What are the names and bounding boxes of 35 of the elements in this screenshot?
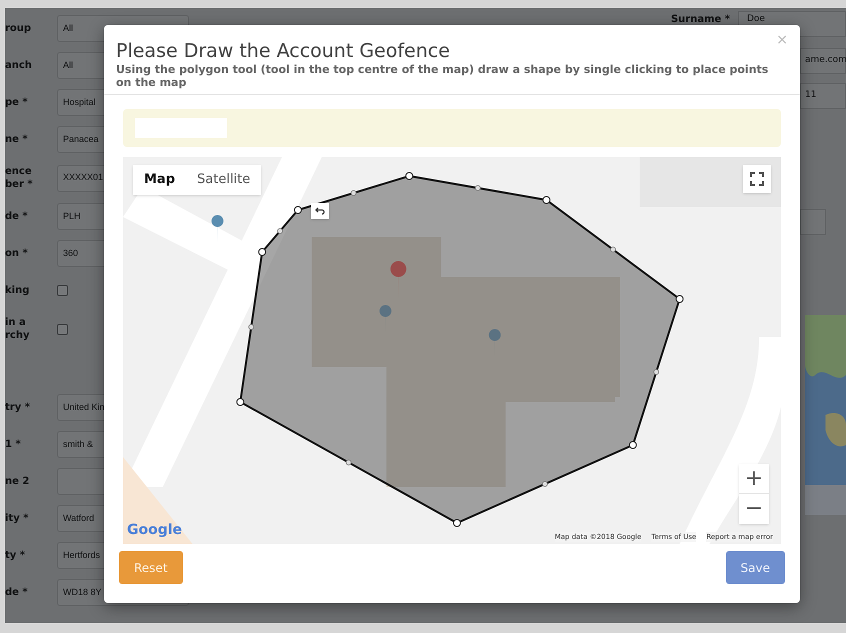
field-label: ber * xyxy=(5,178,34,191)
field-label: 1 * xyxy=(5,438,22,451)
fullscreen-button[interactable] xyxy=(743,165,771,193)
field-label: ity * xyxy=(5,512,30,525)
field-label: de * xyxy=(5,210,29,223)
input-field[interactable]: ame.com xyxy=(800,48,846,74)
field-label: rchy xyxy=(5,329,30,342)
checkbox[interactable] xyxy=(57,324,68,334)
fullscreen-icon xyxy=(750,172,764,186)
checkbox[interactable] xyxy=(57,285,68,296)
field-label: pe * xyxy=(5,96,29,109)
field-label: de * xyxy=(5,586,29,599)
modal-title: Please Draw the Account Geofence xyxy=(116,39,451,63)
field-label: in a xyxy=(5,316,27,329)
field-label: on * xyxy=(5,247,29,260)
field-label: try * xyxy=(5,401,31,414)
undo-icon xyxy=(315,207,325,215)
input-field[interactable] xyxy=(800,209,826,235)
input-field[interactable]: 11 xyxy=(800,83,846,109)
field-label: Surname * xyxy=(670,14,731,26)
field-label: ty * xyxy=(5,549,26,562)
zoom-in-button[interactable]: + xyxy=(739,464,769,494)
map-logo: Google xyxy=(127,521,182,540)
field-label: king xyxy=(5,284,30,297)
map-type-tab[interactable]: Satellite xyxy=(186,165,262,195)
field-label: roup xyxy=(5,22,32,35)
field-label: ne 2 xyxy=(5,475,30,488)
undo-button[interactable] xyxy=(311,203,329,219)
modal-subtitle: Using the polygon tool (tool in the top centre of the map) draw a shape by single clicking to place points on the map xyxy=(116,63,770,89)
field-label: ence xyxy=(5,165,33,178)
map-type-tab[interactable]: Map xyxy=(133,165,186,195)
zoom-out-button[interactable]: − xyxy=(739,494,769,524)
field-label: ne * xyxy=(5,133,29,146)
field-label: anch xyxy=(5,59,33,72)
input-field[interactable] xyxy=(135,118,227,138)
